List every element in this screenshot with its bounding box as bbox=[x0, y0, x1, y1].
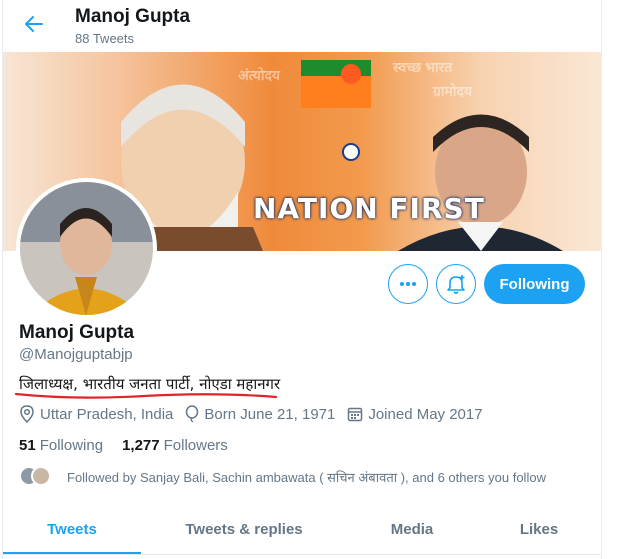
followed-by-row[interactable]: Followed by Sanjay Bali, Sachin ambawata… bbox=[19, 466, 546, 488]
tab-media[interactable]: Media bbox=[347, 504, 477, 554]
bio-red-underline bbox=[14, 392, 278, 399]
joined-item: Joined May 2017 bbox=[347, 405, 483, 423]
more-options-button[interactable] bbox=[388, 264, 428, 304]
follow-stats: 51 Following 1,277 Followers bbox=[19, 437, 247, 454]
location-text: Uttar Pradesh, India bbox=[40, 405, 174, 423]
balloon-icon bbox=[186, 405, 199, 423]
followers-label: Followers bbox=[163, 437, 228, 454]
profile-handle: @Manojguptabjp bbox=[19, 346, 133, 363]
column-border-right bbox=[601, 0, 602, 559]
following-count-link[interactable]: 51 Following bbox=[19, 437, 103, 454]
location-item: Uttar Pradesh, India bbox=[19, 405, 173, 423]
following-label: Following bbox=[39, 437, 104, 454]
followed-by-avatars bbox=[19, 466, 55, 488]
birthday-text: Born June 21, 1971 bbox=[204, 405, 336, 423]
more-horizontal-icon bbox=[400, 282, 416, 286]
tab-tweets[interactable]: Tweets bbox=[3, 504, 141, 554]
profile-meta: Uttar Pradesh, India Born June 21, 1971 … bbox=[19, 405, 495, 423]
profile-name: Manoj Gupta bbox=[19, 322, 135, 343]
followers-count: 1,277 bbox=[122, 437, 160, 454]
tab-likes[interactable]: Likes bbox=[477, 504, 601, 554]
tab-tweets-and-replies[interactable]: Tweets & replies bbox=[141, 504, 347, 554]
profile-page: Manoj Gupta 88 Tweets अंत्योदय स्वच्छ भा… bbox=[0, 0, 621, 559]
calendar-icon bbox=[348, 407, 363, 422]
bell-plus-icon bbox=[447, 275, 465, 294]
birthday-item: Born June 21, 1971 bbox=[185, 405, 335, 423]
following-button[interactable]: Following bbox=[484, 264, 585, 304]
profile-avatar[interactable] bbox=[16, 178, 157, 319]
following-count: 51 bbox=[19, 437, 36, 454]
profile-tabs: Tweets Tweets & replies Media Likes bbox=[3, 504, 601, 555]
followed-by-text: Followed by Sanjay Bali, Sachin ambawata… bbox=[67, 470, 546, 485]
followers-count-link[interactable]: 1,277 Followers bbox=[122, 437, 228, 454]
arrow-left-icon bbox=[25, 16, 43, 32]
avatar bbox=[31, 466, 51, 486]
location-pin-icon bbox=[20, 405, 34, 423]
back-button[interactable] bbox=[18, 8, 50, 40]
header-name: Manoj Gupta bbox=[75, 6, 191, 27]
notifications-button[interactable] bbox=[436, 264, 476, 304]
header-tweet-count: 88 Tweets bbox=[75, 31, 135, 46]
avatar-photo bbox=[20, 182, 153, 315]
banner-tagline: NATION FIRST bbox=[253, 192, 485, 225]
joined-text: Joined May 2017 bbox=[368, 405, 483, 423]
